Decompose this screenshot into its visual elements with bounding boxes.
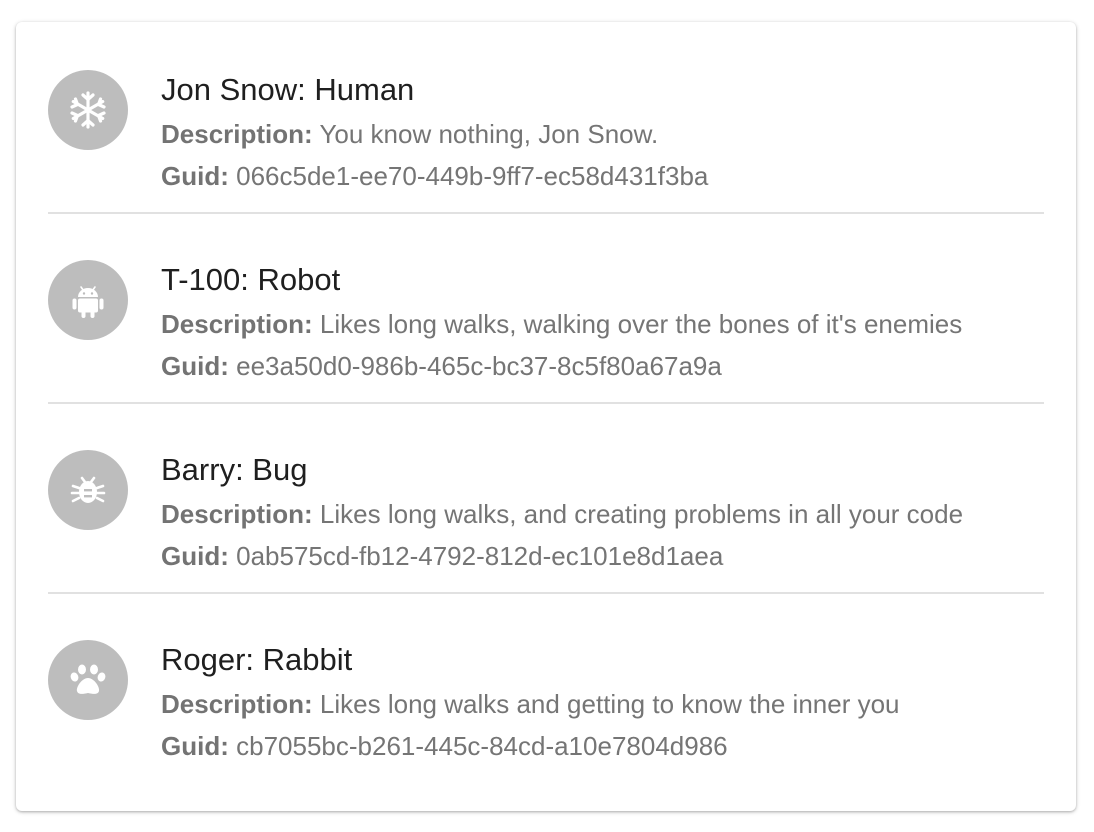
list-item[interactable]: Jon Snow: Human Description: You know no…: [48, 22, 1044, 214]
guid-label: Guid:: [161, 351, 229, 381]
item-description: Description: Likes long walks and gettin…: [161, 689, 900, 719]
item-description: Description: You know nothing, Jon Snow.: [161, 119, 658, 149]
guid-label: Guid:: [161, 731, 229, 761]
guid-value: 0ab575cd-fb12-4792-812d-ec101e8d1aea: [236, 541, 724, 571]
avatar: [48, 450, 128, 530]
avatar: [48, 260, 128, 340]
android-robot-icon: [72, 286, 104, 318]
item-title: T-100: Robot: [161, 262, 341, 297]
list-item[interactable]: T-100: Robot Description: Likes long wal…: [48, 212, 1044, 404]
guid-value: cb7055bc-b261-445c-84cd-a10e7804d986: [236, 731, 728, 761]
list-item[interactable]: Roger: Rabbit Description: Likes long wa…: [48, 592, 1044, 782]
item-guid: Guid: ee3a50d0-986b-465c-bc37-8c5f80a67a…: [161, 351, 722, 381]
guid-value: ee3a50d0-986b-465c-bc37-8c5f80a67a9a: [236, 351, 722, 381]
item-description: Description: Likes long walks, and creat…: [161, 499, 963, 529]
item-guid: Guid: 0ab575cd-fb12-4792-812d-ec101e8d1a…: [161, 541, 723, 571]
guid-value: 066c5de1-ee70-449b-9ff7-ec58d431f3ba: [236, 161, 709, 191]
snowflake-icon: [70, 91, 106, 129]
description-label: Description:: [161, 119, 313, 149]
item-guid: Guid: 066c5de1-ee70-449b-9ff7-ec58d431f3…: [161, 161, 708, 191]
item-title: Barry: Bug: [161, 452, 308, 487]
avatar: [48, 70, 128, 150]
description-label: Description:: [161, 689, 313, 719]
description-value: You know nothing, Jon Snow.: [319, 119, 659, 149]
bug-icon: [70, 476, 106, 503]
list-item[interactable]: Barry: Bug Description: Likes long walks…: [48, 402, 1044, 594]
paw-icon: [70, 664, 106, 694]
description-value: Likes long walks, and creating problems …: [319, 499, 964, 529]
description-value: Likes long walks and getting to know the…: [319, 689, 900, 719]
guid-label: Guid:: [161, 161, 229, 191]
description-label: Description:: [161, 499, 313, 529]
description-label: Description:: [161, 309, 313, 339]
item-description: Description: Likes long walks, walking o…: [161, 309, 962, 339]
item-title: Jon Snow: Human: [161, 72, 415, 107]
guid-label: Guid:: [161, 541, 229, 571]
item-guid: Guid: cb7055bc-b261-445c-84cd-a10e7804d9…: [161, 731, 728, 761]
description-value: Likes long walks, walking over the bones…: [319, 309, 963, 339]
character-list-card: Jon Snow: Human Description: You know no…: [16, 22, 1076, 811]
avatar: [48, 640, 128, 720]
item-title: Roger: Rabbit: [161, 642, 353, 677]
